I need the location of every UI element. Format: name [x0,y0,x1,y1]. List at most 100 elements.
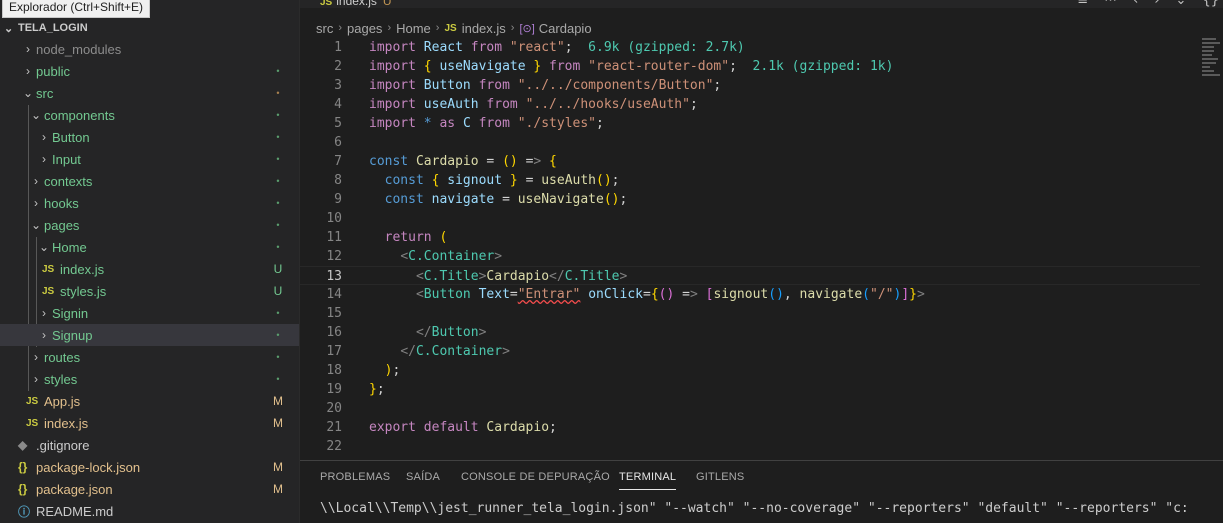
tree-item-app-js[interactable]: JS App.js M [0,390,299,412]
line-number: 15 [326,306,342,321]
code-line[interactable]: 15 [300,304,1200,323]
more-icon[interactable]: ⋯ [1104,0,1117,8]
minimap[interactable] [1202,38,1220,82]
git-status-badge: M [273,416,283,430]
git-status-badge: • [276,352,280,362]
terminal-output[interactable]: \\Local\\Temp\\jest_runner_tela_login.js… [320,501,1189,516]
code-line[interactable]: 17 </C.Container> [300,342,1200,361]
editor-actions: ≡ ⋯ ‹ › ⌄ {} [1077,0,1219,8]
line-number: 7 [334,154,342,169]
tree-item-gitignore[interactable]: ◆ .gitignore [0,434,299,456]
breadcrumb-item[interactable]: Cardapio [539,21,592,36]
git-status-badge: • [276,66,280,76]
code-editor[interactable]: JS index.js U ≡ ⋯ ‹ › ⌄ {} src › pages › Hom… [300,0,1223,460]
code-line[interactable]: 21 export default Cardapio; [300,418,1200,437]
code-line[interactable]: 18 ); [300,361,1200,380]
arrow-left-icon[interactable]: ‹ [1133,0,1138,8]
code-line[interactable]: 7 const Cardapio = () => { [300,152,1200,171]
git-status-badge: • [276,308,280,318]
tree-item-label: .gitignore [36,437,90,453]
line-number: 3 [334,78,342,93]
tab-saida[interactable]: SAÍDA [406,471,440,483]
tree-item-readme-md[interactable]: ⓘ README.md [0,500,299,522]
tree-item-signin[interactable]: › Signin • [0,302,299,324]
breadcrumb-item[interactable]: index.js [462,21,506,36]
tree-item-home[interactable]: ⌄ Home • [0,236,299,258]
code-line[interactable]: 13 <C.Title>Cardapio</C.Title> [300,266,1200,285]
tree-item-components[interactable]: ⌄ components • [0,104,299,126]
tree-item-pages[interactable]: ⌄ pages • [0,214,299,236]
tree-item-label: package-lock.json [36,459,141,475]
tab-status-badge: U [382,0,392,8]
line-code: import React from "react"; 6.9k (gzipped… [369,40,745,55]
tree-item-label: package.json [36,481,113,497]
git-status-badge: • [276,330,280,340]
line-code: import { useNavigate } from "react-route… [369,59,894,74]
code-line[interactable]: 20 [300,399,1200,418]
tree-item-input[interactable]: › Input • [0,148,299,170]
tree-item-styles[interactable]: › styles • [0,368,299,390]
tree-item-signup[interactable]: › Signup • [0,324,299,346]
braces-icon[interactable]: {} [1202,0,1219,8]
code-line[interactable]: 9 const navigate = useNavigate(); [300,190,1200,209]
tree-item-index-js[interactable]: JS index.js M [0,412,299,434]
chevron-right-icon: › [26,64,30,78]
tree-item-node-modules[interactable]: › node_modules [0,38,299,60]
line-code: <Button Text="Entrar" onClick={() => [si… [415,287,925,302]
chevron-right-icon: › [338,22,343,34]
code-line[interactable]: 5 import * as C from "./styles"; [300,114,1200,133]
chevron-down-icon[interactable]: ⌄ [1176,0,1187,8]
line-code: <C.Container> [400,249,503,264]
code-line[interactable]: 6 [300,133,1200,152]
tree-item-package-lock-json[interactable]: {} package-lock.json M [0,456,299,478]
code-line[interactable]: 14 <Button Text="Entrar" onClick={() => … [300,285,1200,304]
bottom-panel: PROBLEMAS SAÍDA CONSOLE DE DEPURAÇÃO TER… [300,460,1223,523]
line-number: 4 [334,97,342,112]
line-number: 8 [334,173,342,188]
project-header[interactable]: ⌄ TELA_LOGIN [0,17,299,39]
javascript-file-icon: JS [42,285,55,297]
breadcrumb-item[interactable]: Home [396,21,431,36]
breadcrumb-item[interactable]: pages [347,21,382,36]
javascript-file-icon: JS [444,22,457,34]
line-number: 18 [326,363,342,378]
tree-item-routes[interactable]: › routes • [0,346,299,368]
tree-item-button[interactable]: › Button • [0,126,299,148]
code-line[interactable]: 12 <C.Container> [300,247,1200,266]
arrow-right-icon[interactable]: › [1154,0,1159,8]
tree-item-label: node_modules [36,41,122,57]
tree-item-home-index-js[interactable]: JS index.js U [0,258,299,280]
line-code: </Button> [415,325,487,340]
code-line[interactable]: 22 [300,437,1200,456]
git-file-icon: ◆ [18,438,28,452]
editor-tab[interactable]: JS index.js U [320,0,392,8]
tree-item-label: components [44,107,115,123]
chevron-right-icon: › [34,174,38,188]
tree-item-package-json[interactable]: {} package.json M [0,478,299,500]
code-line[interactable]: 11 return ( [300,228,1200,247]
code-line[interactable]: 8 const { signout } = useAuth(); [300,171,1200,190]
code-line[interactable]: 4 import useAuth from "../../hooks/useAut… [300,95,1200,114]
code-line[interactable]: 2 import { useNavigate } from "react-rout… [300,57,1200,76]
chevron-right-icon: › [435,22,440,34]
tab-console-depuracao[interactable]: CONSOLE DE DEPURAÇÃO [461,471,610,483]
tree-item-hooks[interactable]: › hooks • [0,192,299,214]
line-code: import useAuth from "../../hooks/useAuth… [369,97,698,112]
code-line[interactable]: 1 import React from "react"; 6.9k (gzippe… [300,38,1200,57]
tab-gitlens[interactable]: GITLENS [696,471,744,483]
tab-terminal[interactable]: TERMINAL [619,471,677,490]
compare-icon[interactable]: ≡ [1077,0,1088,8]
tree-item-public[interactable]: › public • [0,60,299,82]
code-line[interactable]: 16 </Button> [300,323,1200,342]
code-line[interactable]: 3 import Button from "../../components/Bu… [300,76,1200,95]
code-line[interactable]: 19}; [300,380,1200,399]
tree-item-home-styles-js[interactable]: JS styles.js U [0,280,299,302]
chevron-right-icon: › [34,372,38,386]
tree-item-label: Button [52,129,90,145]
code-line[interactable]: 10 [300,209,1200,228]
tab-problemas[interactable]: PROBLEMAS [320,471,390,483]
tree-item-contexts[interactable]: › contexts • [0,170,299,192]
line-code: ); [384,363,401,378]
tree-item-src[interactable]: ⌄ src • [0,82,299,104]
breadcrumb-item[interactable]: src [316,21,333,36]
